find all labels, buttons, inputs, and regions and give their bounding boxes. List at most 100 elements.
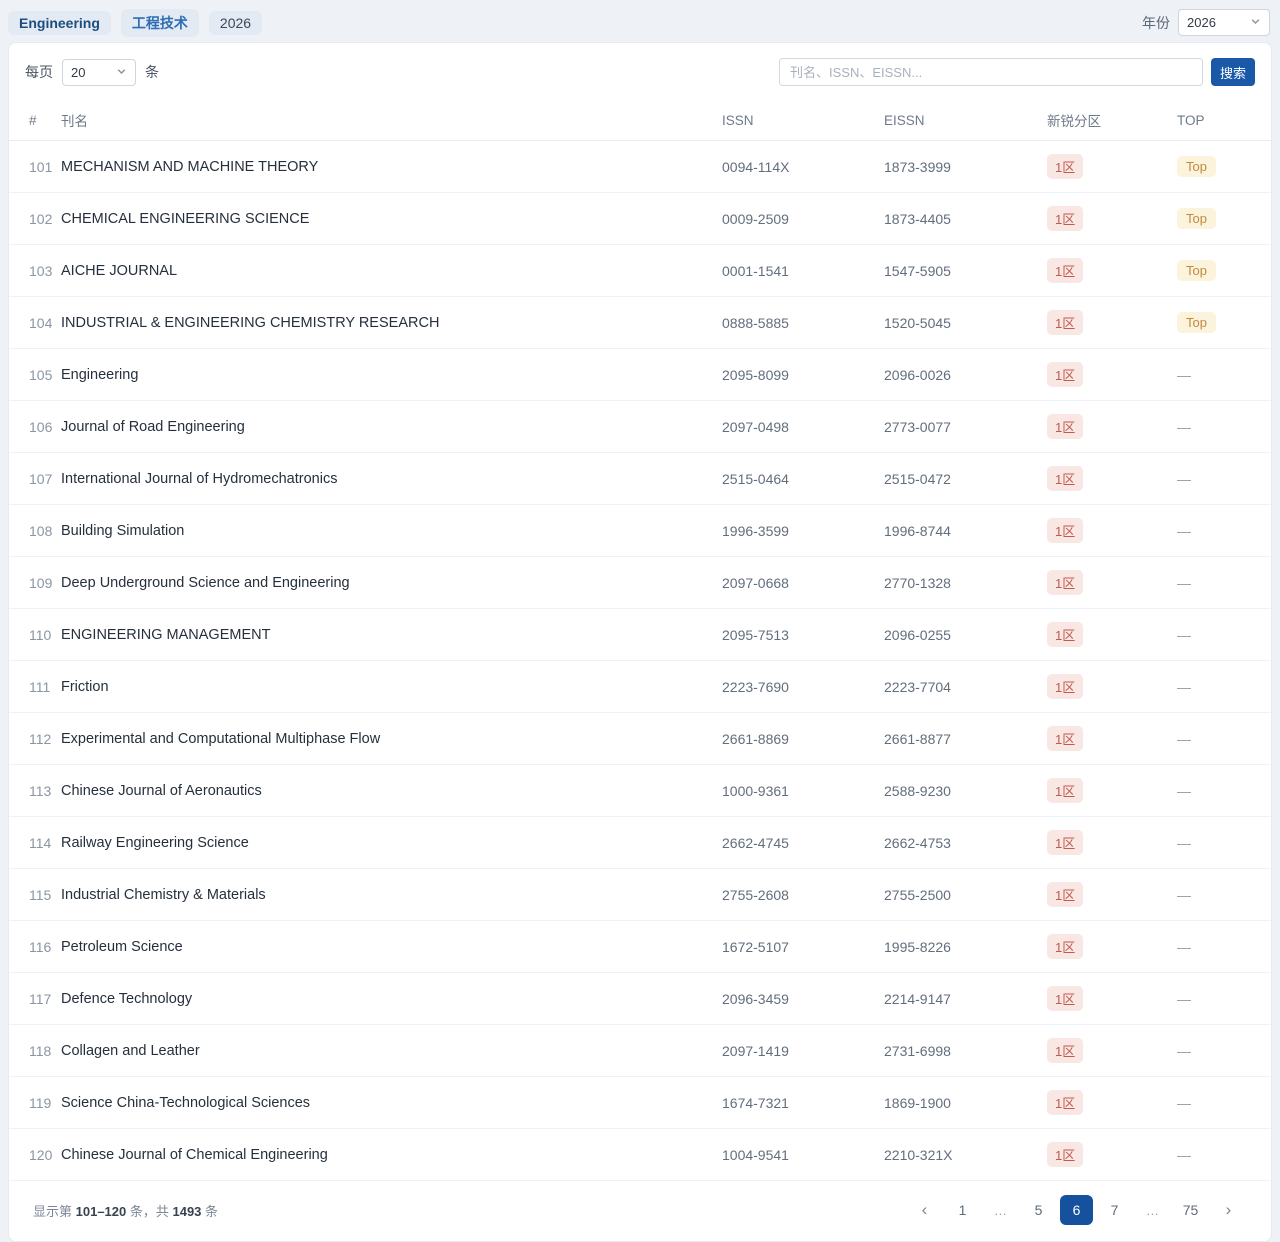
eissn-cell: 2096-0026 (876, 349, 1039, 401)
issn-cell: 1674-7321 (714, 1077, 876, 1129)
zone-cell: 1区 (1039, 661, 1169, 713)
zone-cell: 1区 (1039, 557, 1169, 609)
row-number-cell: 116 (9, 921, 53, 973)
eissn-cell: 2214-9147 (876, 973, 1039, 1025)
per-page-select[interactable]: 20 (62, 59, 136, 86)
filter-tags: Engineering 工程技术 2026 (8, 9, 262, 37)
eissn-cell: 2770-1328 (876, 557, 1039, 609)
zone-cell: 1区 (1039, 141, 1169, 193)
row-number-cell: 103 (9, 245, 53, 297)
table-row: 111Friction2223-76902223-77041区— (9, 661, 1271, 713)
top-cell: — (1169, 661, 1271, 713)
zone-badge: 1区 (1047, 986, 1083, 1011)
eissn-cell: 2755-2500 (876, 869, 1039, 921)
journal-name-cell: CHEMICAL ENGINEERING SCIENCE (53, 193, 714, 245)
top-cell: — (1169, 869, 1271, 921)
per-page-label: 每页 (25, 62, 53, 82)
row-number-cell: 101 (9, 141, 53, 193)
zone-badge: 1区 (1047, 778, 1083, 803)
top-badge: Top (1177, 312, 1216, 333)
issn-cell: 1996-3599 (714, 505, 876, 557)
pagination-page-75[interactable]: 75 (1174, 1195, 1207, 1225)
journal-table-header: # 刊名 ISSN EISSN 新锐分区 TOP (9, 101, 1271, 141)
top-bar: Engineering 工程技术 2026 年份 2026 (0, 0, 1280, 38)
tag-category-english[interactable]: Engineering (8, 11, 111, 35)
issn-cell: 1672-5107 (714, 921, 876, 973)
journal-name-cell: Chinese Journal of Chemical Engineering (53, 1129, 714, 1181)
result-summary: 显示第 101–120 条，共 1493 条 (33, 1201, 218, 1220)
pagination-page-6[interactable]: 6 (1060, 1195, 1093, 1225)
zone-badge: 1区 (1047, 830, 1083, 855)
zone-badge: 1区 (1047, 570, 1083, 595)
zone-cell: 1区 (1039, 505, 1169, 557)
tag-year[interactable]: 2026 (209, 11, 262, 35)
zone-cell: 1区 (1039, 349, 1169, 401)
top-cell: Top (1169, 245, 1271, 297)
summary-mid: 条，共 (126, 1204, 172, 1219)
row-number-cell: 114 (9, 817, 53, 869)
table-row: 110ENGINEERING MANAGEMENT2095-75132096-0… (9, 609, 1271, 661)
table-row: 109Deep Underground Science and Engineer… (9, 557, 1271, 609)
zone-badge: 1区 (1047, 310, 1083, 335)
issn-cell: 2755-2608 (714, 869, 876, 921)
issn-cell: 0009-2509 (714, 193, 876, 245)
journal-table-body: 101MECHANISM AND MACHINE THEORY0094-114X… (9, 141, 1271, 1181)
journal-name-cell: Industrial Chemistry & Materials (53, 869, 714, 921)
zone-badge: 1区 (1047, 362, 1083, 387)
journal-name-cell: Railway Engineering Science (53, 817, 714, 869)
zone-cell: 1区 (1039, 609, 1169, 661)
row-number-cell: 117 (9, 973, 53, 1025)
journal-table: # 刊名 ISSN EISSN 新锐分区 TOP 101MECHANISM AN… (9, 101, 1271, 1181)
eissn-cell: 2588-9230 (876, 765, 1039, 817)
issn-cell: 2097-0668 (714, 557, 876, 609)
table-row: 114Railway Engineering Science2662-47452… (9, 817, 1271, 869)
zone-cell: 1区 (1039, 401, 1169, 453)
top-badge: Top (1177, 260, 1216, 281)
table-row: 120Chinese Journal of Chemical Engineeri… (9, 1129, 1271, 1181)
zone-badge: 1区 (1047, 674, 1083, 699)
journal-name-cell: ENGINEERING MANAGEMENT (53, 609, 714, 661)
top-dash: — (1177, 523, 1191, 539)
zone-badge: 1区 (1047, 622, 1083, 647)
year-select[interactable]: 2026 (1178, 9, 1270, 36)
table-row: 115Industrial Chemistry & Materials2755-… (9, 869, 1271, 921)
table-row: 119Science China-Technological Sciences1… (9, 1077, 1271, 1129)
top-dash: — (1177, 419, 1191, 435)
top-badge: Top (1177, 156, 1216, 177)
pagination-next-icon[interactable]: › (1212, 1195, 1245, 1225)
row-number-cell: 119 (9, 1077, 53, 1129)
table-row: 113Chinese Journal of Aeronautics1000-93… (9, 765, 1271, 817)
zone-badge: 1区 (1047, 414, 1083, 439)
zone-cell: 1区 (1039, 869, 1169, 921)
zone-badge: 1区 (1047, 726, 1083, 751)
zone-badge: 1区 (1047, 882, 1083, 907)
eissn-cell: 1996-8744 (876, 505, 1039, 557)
search-input[interactable] (779, 58, 1203, 86)
journal-list-card: 每页 20 条 搜索 # 刊名 ISSN EISSN 新锐分区 (8, 42, 1272, 1242)
pagination-page-7[interactable]: 7 (1098, 1195, 1131, 1225)
journal-name-cell: Petroleum Science (53, 921, 714, 973)
top-dash: — (1177, 991, 1191, 1007)
top-cell: — (1169, 1129, 1271, 1181)
row-number-cell: 104 (9, 297, 53, 349)
row-number-cell: 111 (9, 661, 53, 713)
tag-category-chinese[interactable]: 工程技术 (121, 9, 199, 37)
pagination-page-1[interactable]: 1 (946, 1195, 979, 1225)
column-header-issn: ISSN (714, 101, 876, 141)
eissn-cell: 2661-8877 (876, 713, 1039, 765)
table-row: 106Journal of Road Engineering2097-04982… (9, 401, 1271, 453)
issn-cell: 1004-9541 (714, 1129, 876, 1181)
zone-badge: 1区 (1047, 154, 1083, 179)
pagination-prev-icon[interactable]: ‹ (908, 1195, 941, 1225)
journal-name-cell: Chinese Journal of Aeronautics (53, 765, 714, 817)
zone-badge: 1区 (1047, 1090, 1083, 1115)
table-row: 118Collagen and Leather2097-14192731-699… (9, 1025, 1271, 1077)
row-number-cell: 105 (9, 349, 53, 401)
eissn-cell: 1995-8226 (876, 921, 1039, 973)
row-number-cell: 113 (9, 765, 53, 817)
journal-name-cell: International Journal of Hydromechatroni… (53, 453, 714, 505)
pagination-page-5[interactable]: 5 (1022, 1195, 1055, 1225)
search-button[interactable]: 搜索 (1211, 58, 1255, 86)
zone-cell: 1区 (1039, 1129, 1169, 1181)
top-cell: — (1169, 453, 1271, 505)
